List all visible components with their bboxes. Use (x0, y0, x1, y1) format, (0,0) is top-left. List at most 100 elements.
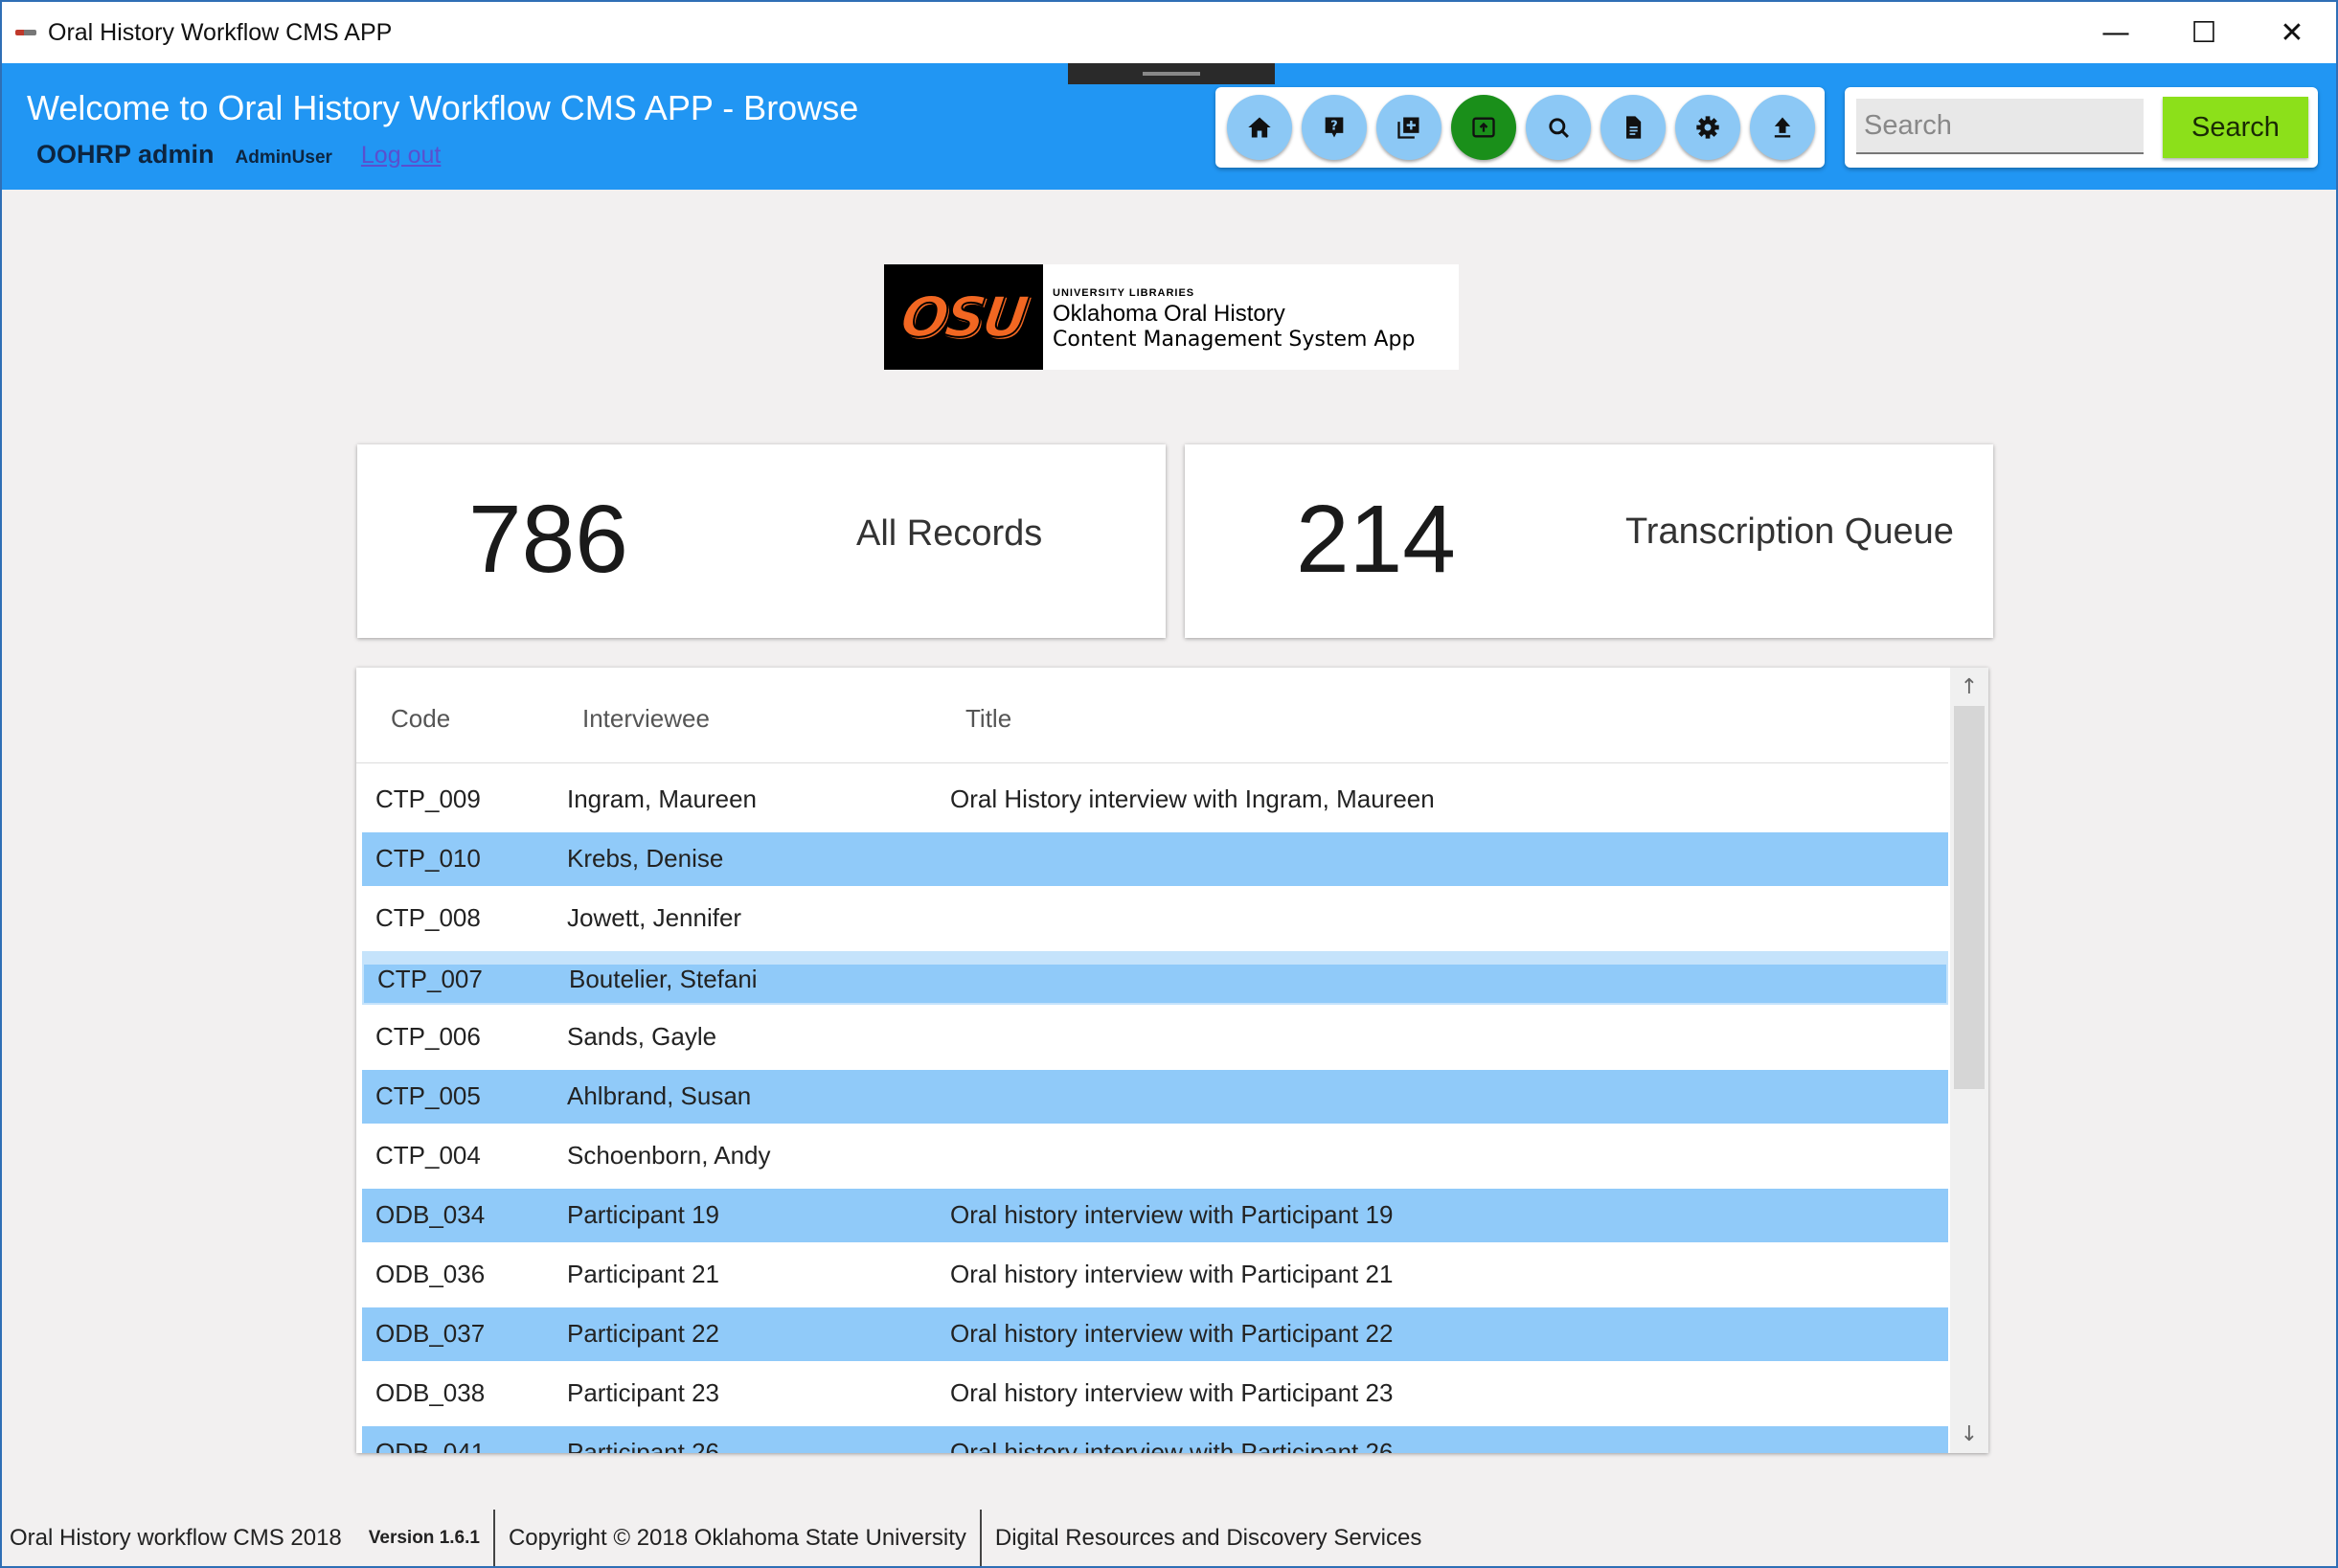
footer-version: Version 1.6.1 (368, 1528, 480, 1548)
table-row[interactable]: ODB_041 Participant 26 Oral history interv… (362, 1426, 1948, 1453)
table-row[interactable]: ODB_034 Participant 19 Oral history interv… (362, 1189, 1948, 1242)
cell-interviewee: Ingram, Maureen (567, 784, 757, 813)
vertical-scrollbar[interactable]: ↑ ↓ (1950, 668, 1988, 1453)
scroll-down-icon[interactable]: ↓ (1950, 1415, 1988, 1453)
cell-interviewee: Sands, Gayle (567, 1022, 717, 1051)
close-button[interactable]: ✕ (2248, 2, 2336, 63)
browse-button[interactable] (1451, 95, 1516, 160)
cell-interviewee: Participant 22 (567, 1319, 719, 1348)
add-record-button[interactable] (1376, 95, 1441, 160)
cell-interviewee: Participant 26 (567, 1438, 719, 1453)
cell-title: Oral history interview with Participant … (950, 1378, 1394, 1407)
search-input[interactable] (1856, 99, 2144, 154)
cell-interviewee: Jowett, Jennifer (567, 903, 742, 932)
table-row[interactable]: ODB_038 Participant 23 Oral history interv… (362, 1367, 1948, 1420)
table-row[interactable]: CTP_006 Sands, Gayle (362, 1011, 1948, 1064)
cell-interviewee: Participant 19 (567, 1200, 719, 1229)
logo-line2: Oklahoma Oral History (1053, 301, 1285, 327)
table-row[interactable]: CTP_004 Schoenborn, Andy (362, 1129, 1948, 1183)
cell-code: ODB_034 (375, 1200, 486, 1229)
home-icon (1248, 117, 1271, 138)
logo-line1: UNIVERSITY LIBRARIES (1053, 287, 1195, 299)
table-row[interactable]: CTP_010 Krebs, Denise (362, 832, 1948, 886)
drag-handle[interactable] (1068, 63, 1275, 84)
help-button[interactable]: ? (1302, 95, 1367, 160)
footer-app-name: Oral History workflow CMS 2018 (10, 1525, 342, 1551)
minimize-button[interactable]: — (2072, 2, 2160, 63)
app-header: Welcome to Oral History Workflow CMS APP… (2, 63, 2336, 190)
app-window: Oral History Workflow CMS APP — ☐ ✕ Welc… (0, 0, 2338, 1568)
cell-code: ODB_036 (375, 1260, 486, 1288)
footer-copyright: Copyright © 2018 Oklahoma State Universi… (508, 1525, 966, 1551)
cell-code: CTP_005 (375, 1081, 481, 1110)
title-bar: Oral History Workflow CMS APP — ☐ ✕ (2, 2, 2336, 63)
all-records-card[interactable]: 786 All Records (357, 444, 1166, 638)
cell-interviewee: Participant 21 (567, 1260, 719, 1288)
transcription-queue-count: 214 (1296, 486, 1456, 593)
toolbar: ? (1215, 87, 1825, 168)
svg-text:?: ? (1330, 119, 1337, 133)
cell-code: ODB_038 (375, 1378, 486, 1407)
cell-interviewee: Schoenborn, Andy (567, 1141, 771, 1170)
footer-department: Digital Resources and Discovery Services (994, 1525, 1422, 1551)
settings-button[interactable] (1675, 95, 1740, 160)
document-button[interactable] (1600, 95, 1666, 160)
cell-interviewee: Krebs, Denise (567, 844, 724, 873)
cell-code: CTP_004 (375, 1141, 481, 1170)
browse-icon (1472, 117, 1495, 138)
column-header-title[interactable]: Title (965, 704, 1011, 734)
search-button[interactable]: Search (2163, 97, 2308, 158)
cell-code: ODB_041 (375, 1438, 486, 1453)
osu-logo: OSU UNIVERSITY LIBRARIES Oklahoma Oral H… (884, 264, 1459, 370)
transcription-queue-card[interactable]: 214 Transcription Queue (1185, 444, 1993, 638)
osu-mark: OSU (884, 264, 1043, 370)
cell-interviewee: Participant 23 (567, 1378, 719, 1407)
logout-link[interactable]: Log out (361, 142, 441, 170)
help-icon: ? (1325, 117, 1344, 138)
scroll-thumb[interactable] (1954, 706, 1985, 1089)
cell-code: CTP_006 (375, 1022, 481, 1051)
upload-button[interactable] (1750, 95, 1815, 160)
column-header-interviewee[interactable]: Interviewee (582, 704, 710, 734)
logo-line3: Content Management System App (1053, 328, 1416, 352)
transcription-queue-label: Transcription Queue (1625, 511, 1954, 552)
table-row[interactable]: ODB_036 Participant 21 Oral history interv… (362, 1248, 1948, 1302)
all-records-count: 786 (468, 486, 628, 593)
table-row[interactable]: CTP_009 Ingram, Maureen Oral History inter… (362, 773, 1948, 827)
table-row[interactable]: CTP_007 Boutelier, Stefani (362, 951, 1948, 1005)
cell-code: CTP_007 (377, 965, 483, 993)
column-header-code[interactable]: Code (391, 704, 450, 734)
cell-title: Oral history interview with Participant … (950, 1260, 1394, 1288)
footer: Oral History workflow CMS 2018 Version 1… (2, 1510, 1435, 1566)
user-name: OOHRP admin (36, 140, 215, 169)
upload-icon (1774, 117, 1791, 138)
document-icon (1626, 116, 1642, 139)
all-records-label: All Records (856, 513, 1043, 554)
search-records-icon (1549, 118, 1569, 138)
cell-code: CTP_010 (375, 844, 481, 873)
table-row[interactable]: ODB_037 Participant 22 Oral history interv… (362, 1307, 1948, 1361)
table-row[interactable]: CTP_008 Jowett, Jennifer (362, 892, 1948, 945)
maximize-button[interactable]: ☐ (2160, 2, 2248, 63)
settings-icon (1696, 116, 1719, 139)
window-controls: — ☐ ✕ (2072, 2, 2336, 63)
cell-interviewee: Boutelier, Stefani (569, 965, 758, 993)
cell-code: CTP_009 (375, 784, 481, 813)
records-table: Code Interviewee Title CTP_009 Ingram, Ma… (356, 668, 1988, 1453)
cell-title: Oral history interview with Participant … (950, 1200, 1394, 1229)
scroll-up-icon[interactable]: ↑ (1950, 668, 1988, 706)
search-records-button[interactable] (1526, 95, 1591, 160)
cell-code: ODB_037 (375, 1319, 486, 1348)
cell-interviewee: Ahlbrand, Susan (567, 1081, 752, 1110)
cell-title: Oral History interview with Ingram, Maur… (950, 784, 1435, 813)
user-role: AdminUser (235, 148, 332, 168)
cell-title: Oral history interview with Participant … (950, 1319, 1394, 1348)
table-header: Code Interviewee Title (356, 668, 1948, 763)
window-title: Oral History Workflow CMS APP (48, 18, 393, 46)
table-row[interactable]: CTP_005 Ahlbrand, Susan (362, 1070, 1948, 1124)
page-title: Welcome to Oral History Workflow CMS APP… (27, 88, 859, 127)
home-button[interactable] (1227, 95, 1292, 160)
add-record-icon (1397, 117, 1419, 139)
search-box: Search (1845, 87, 2318, 168)
cell-title: Oral history interview with Participant … (950, 1438, 1394, 1453)
